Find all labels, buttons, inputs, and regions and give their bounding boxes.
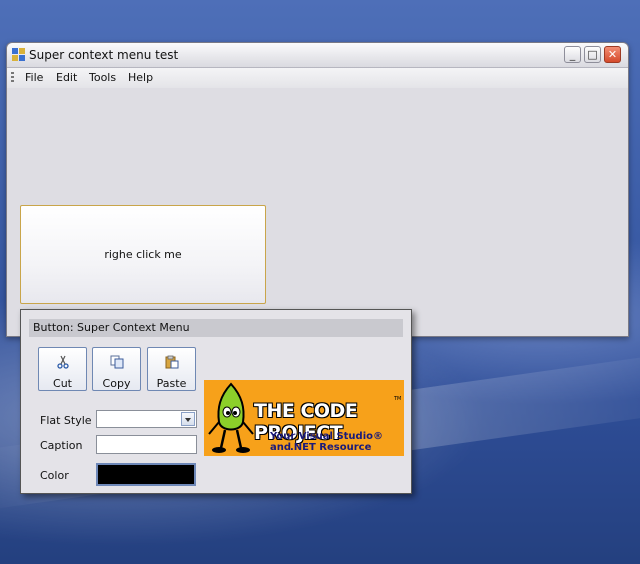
right-click-button-label: righe click me	[104, 248, 182, 261]
logo-tagline-2: .NET Resource	[290, 442, 372, 453]
menu-bar: File Edit Tools Help	[7, 68, 628, 88]
mascot-icon	[208, 382, 254, 453]
paste-label: Paste	[156, 377, 187, 390]
flat-style-select[interactable]	[96, 410, 197, 428]
copy-button[interactable]: Copy	[92, 347, 141, 391]
logo-trademark: TM	[394, 396, 402, 402]
paste-button[interactable]: Paste	[147, 347, 196, 391]
cut-button[interactable]: Cut	[38, 347, 87, 391]
right-click-button[interactable]: righe click me	[20, 205, 266, 304]
caption-input[interactable]	[96, 435, 197, 454]
window-title: Super context menu test	[29, 48, 179, 62]
flat-style-label: Flat Style	[40, 414, 92, 427]
menu-edit[interactable]: Edit	[56, 71, 77, 84]
caption-label: Caption	[40, 439, 83, 452]
color-label: Color	[40, 469, 69, 482]
context-menu-header: Button: Super Context Menu	[29, 319, 403, 337]
menu-tools[interactable]: Tools	[89, 71, 116, 84]
copy-icon	[110, 355, 124, 369]
title-bar[interactable]: Super context menu test _ □ ✕	[7, 43, 628, 68]
app-icon[interactable]	[12, 48, 25, 61]
menu-file[interactable]: File	[25, 71, 43, 84]
scissors-icon	[57, 355, 69, 369]
close-button[interactable]: ✕	[604, 46, 621, 63]
menu-grip-icon[interactable]	[11, 72, 14, 84]
minimize-button[interactable]: _	[564, 46, 581, 63]
paste-icon	[165, 355, 179, 369]
maximize-button[interactable]: □	[584, 46, 601, 63]
menu-help[interactable]: Help	[128, 71, 153, 84]
copy-label: Copy	[102, 377, 131, 390]
cut-label: Cut	[53, 377, 72, 390]
chevron-down-icon[interactable]	[181, 412, 195, 426]
code-project-logo: THE CODE PROJECT TM Your Visual Studio® …	[204, 380, 404, 456]
color-picker[interactable]	[96, 463, 196, 486]
super-context-menu: Button: Super Context Menu Cut Copy Past…	[20, 309, 412, 494]
